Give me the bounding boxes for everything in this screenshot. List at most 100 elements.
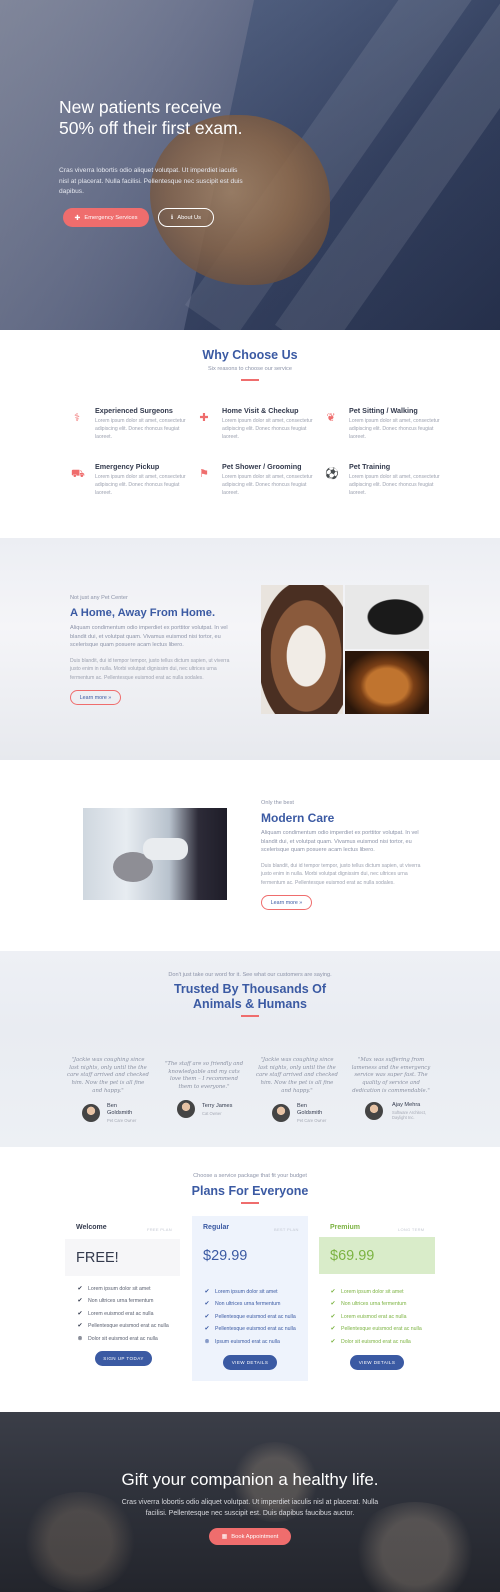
title-divider bbox=[241, 1015, 259, 1017]
check-icon: ✔ bbox=[77, 1311, 83, 1317]
testimonial-name: Terry James bbox=[202, 1103, 233, 1109]
plan-feature-label: Pellentesque euismod erat ac nulla bbox=[215, 1325, 296, 1332]
care-learn-more-button[interactable]: Learn more » bbox=[261, 895, 312, 910]
home-text-secondary: Duis blandit, dui id tempor tempor, just… bbox=[70, 658, 230, 681]
plan-feature-label: Pellentesque euismod erat ac nulla bbox=[341, 1325, 422, 1332]
plan-feature-label: Lorem ipsum dolor sit amet bbox=[88, 1285, 151, 1292]
care-text-primary: Aliquam condimentum odio imperdiet ex po… bbox=[261, 830, 419, 854]
avatar bbox=[272, 1104, 290, 1122]
plan-name: Welcome bbox=[76, 1224, 107, 1231]
trusted-eyebrow: Don't just take our word for it. See wha… bbox=[168, 972, 332, 978]
plan-feature: ✔ Pellentesque euismod erat ac nulla bbox=[204, 1313, 296, 1321]
calendar-icon: ▦ bbox=[221, 1534, 228, 1540]
trusted-title-line1: Trusted By Thousands Of bbox=[173, 982, 327, 996]
plan-feature: ✔ Non ultrices urna fermentum bbox=[204, 1300, 280, 1308]
pricing-eyebrow: Choose a service package that fit your b… bbox=[193, 1173, 307, 1179]
check-icon: ✔ bbox=[204, 1326, 210, 1332]
testimonial-name: Ben Goldsmith bbox=[107, 1103, 133, 1116]
plan-feature-label: Pellentesque euismod erat ac nulla bbox=[215, 1313, 296, 1320]
stethoscope-icon: ⚕ bbox=[74, 412, 80, 424]
check-icon: ✔ bbox=[77, 1298, 83, 1304]
plan-price: FREE! bbox=[65, 1239, 180, 1276]
plan-feature-label: Lorem ipsum dolor sit amet bbox=[215, 1288, 278, 1295]
plan-feature-label: Non ultrices urna fermentum bbox=[341, 1300, 407, 1307]
plan-feature: ✔ Pellentesque euismod erat ac nulla bbox=[77, 1322, 169, 1330]
testimonial-name: Ben Goldsmith bbox=[297, 1103, 323, 1116]
check-icon: ✔ bbox=[204, 1289, 210, 1295]
feature-title: Emergency Pickup bbox=[95, 462, 160, 471]
golden-dog-photo bbox=[345, 651, 429, 714]
testimonial-name: Ajay Mehra bbox=[392, 1102, 421, 1108]
feature-text: Lorem ipsum dolor sit amet, consectetur … bbox=[349, 418, 440, 441]
emergency-services-label: Emergency Services bbox=[84, 214, 138, 221]
trusted-title-line2: Animals & Humans bbox=[193, 997, 307, 1011]
plan-feature-label: Non ultrices urna fermentum bbox=[88, 1297, 154, 1304]
testimonial-quote: "Jackie was coughing since last nights, … bbox=[67, 1057, 149, 1094]
home-title: A Home, Away From Home. bbox=[70, 607, 216, 619]
plan-feature-label: Pellentesque euismod erat ac nulla bbox=[88, 1322, 169, 1329]
emergency-services-button[interactable]: ✚ Emergency Services bbox=[63, 208, 149, 227]
feature-title: Pet Shower / Grooming bbox=[222, 462, 302, 471]
ambulance-icon: ⛟ bbox=[71, 468, 85, 480]
border-collie-photo bbox=[261, 585, 343, 714]
book-appointment-button[interactable]: ▦ Book Appointment bbox=[209, 1528, 291, 1545]
plan-price: $69.99 bbox=[319, 1237, 435, 1274]
black-dog-photo bbox=[345, 585, 429, 649]
about-us-button[interactable]: ℹ About Us bbox=[158, 208, 214, 227]
x-circle-icon: ⊗ bbox=[204, 1339, 210, 1345]
book-appointment-label: Book Appointment bbox=[231, 1533, 279, 1540]
testimonial-role: Cat Owner bbox=[202, 1111, 222, 1116]
plan-feature: ✔ Lorem ipsum dolor sit amet bbox=[77, 1285, 151, 1293]
hero-text: Cras viverra lobortis odio aliquet volut… bbox=[59, 167, 243, 195]
hero-overlay bbox=[0, 0, 500, 330]
plan-feature: ✔ Lorem euismod erat ac nulla bbox=[330, 1313, 407, 1321]
plan-feature-label: Dolor sit euismod erat ac nulla bbox=[88, 1335, 158, 1342]
check-icon: ✔ bbox=[330, 1289, 336, 1295]
check-icon: ✔ bbox=[330, 1339, 336, 1345]
care-text-secondary: Duis blandit, dui id tempor tempor, just… bbox=[261, 863, 421, 886]
why-subtitle: Six reasons to choose our service bbox=[208, 366, 292, 372]
home-eyebrow: Not just any Pet Center bbox=[70, 595, 128, 601]
testimonial-quote: "Max was suffering from lameness and the… bbox=[351, 1057, 431, 1094]
plan-feature: ⊗ Dolor sit euismod erat ac nulla bbox=[77, 1335, 158, 1343]
plan-feature: ✔ Non ultrices urna fermentum bbox=[77, 1297, 154, 1305]
plan-feature-label: Ipsum euismod erat ac nulla bbox=[215, 1338, 280, 1345]
plan-feature-label: Dolor sit euismod erat ac nulla bbox=[341, 1338, 411, 1345]
testimonial-role: Pet Care Owner bbox=[107, 1118, 137, 1123]
plan-feature-label: Lorem euismod erat ac nulla bbox=[341, 1313, 407, 1320]
plan-tag: FREE PLAN bbox=[147, 1227, 172, 1232]
plan-feature: ✔ Lorem ipsum dolor sit amet bbox=[204, 1288, 278, 1296]
plan-feature-label: Lorem ipsum dolor sit amet bbox=[341, 1288, 404, 1295]
plus-icon: ✚ bbox=[74, 214, 81, 222]
plan-feature: ⊗ Ipsum euismod erat ac nulla bbox=[204, 1338, 280, 1346]
check-icon: ✔ bbox=[77, 1323, 83, 1329]
feature-text: Lorem ipsum dolor sit amet, consectetur … bbox=[95, 474, 186, 497]
plan-feature: ✔ Pellentesque euismod erat ac nulla bbox=[204, 1325, 296, 1333]
premium-view-details-button[interactable]: VIEW DETAILS bbox=[350, 1355, 404, 1370]
plan-name: Premium bbox=[330, 1224, 360, 1231]
info-icon: ℹ bbox=[170, 215, 174, 221]
check-icon: ✔ bbox=[204, 1301, 210, 1307]
sign-up-button[interactable]: SIGN UP TODAY bbox=[95, 1351, 152, 1366]
plan-feature: ✔ Non ultrices urna fermentum bbox=[330, 1300, 407, 1308]
medical-kit-icon: ✚ bbox=[199, 412, 209, 424]
check-icon: ✔ bbox=[204, 1314, 210, 1320]
why-title: Why Choose Us bbox=[202, 348, 298, 362]
avatar bbox=[365, 1102, 383, 1120]
plan-feature: ✔ Pellentesque euismod erat ac nulla bbox=[330, 1325, 422, 1333]
feature-text: Lorem ipsum dolor sit amet, consectetur … bbox=[222, 474, 313, 497]
feature-text: Lorem ipsum dolor sit amet, consectetur … bbox=[349, 474, 440, 497]
check-icon: ✔ bbox=[330, 1301, 336, 1307]
feature-title: Experienced Surgeons bbox=[95, 406, 173, 415]
feature-text: Lorem ipsum dolor sit amet, consectetur … bbox=[95, 418, 186, 441]
feature-text: Lorem ipsum dolor sit amet, consectetur … bbox=[222, 418, 313, 441]
hero-section: New patients receive 50% off their first… bbox=[0, 0, 500, 330]
paw-icon: ❦ bbox=[326, 412, 336, 424]
regular-view-details-button[interactable]: VIEW DETAILS bbox=[223, 1355, 277, 1370]
cta-title: Gift your companion a healthy life. bbox=[121, 1470, 379, 1489]
check-icon: ✔ bbox=[77, 1286, 83, 1292]
check-icon: ✔ bbox=[330, 1314, 336, 1320]
check-icon: ✔ bbox=[330, 1326, 336, 1332]
home-learn-more-button[interactable]: Learn more » bbox=[70, 690, 121, 705]
testimonial-role: Software Architect, Daylight Inc. bbox=[392, 1110, 427, 1121]
